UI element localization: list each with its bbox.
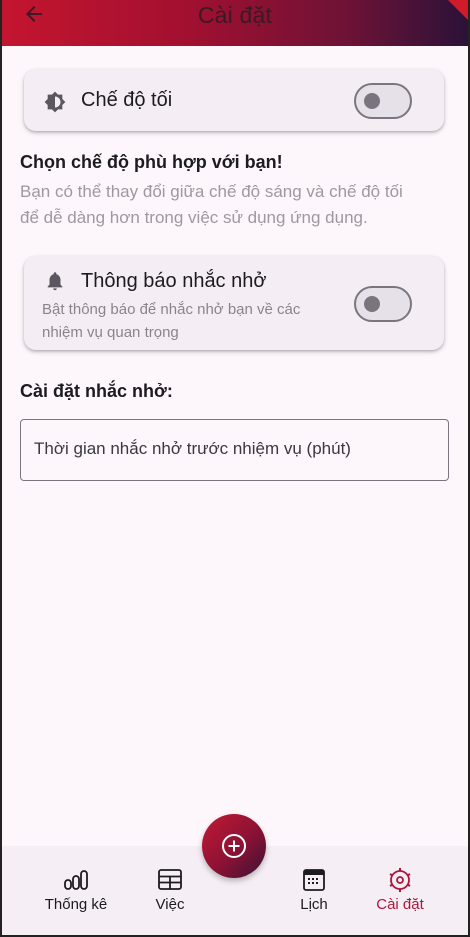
settings-icon [389, 868, 411, 892]
mode-section-heading: Chọn chế độ phù hợp với bạn! [20, 152, 283, 172]
add-task-fab[interactable] [202, 814, 266, 878]
debug-banner-corner [448, 0, 470, 22]
mode-description-line1: Bạn có thể thay đổi giữa chế độ sáng và … [20, 182, 403, 201]
mode-description-line2: để dễ dàng hơn trong việc sử dụng ứng dụ… [20, 208, 368, 227]
calendar-icon [303, 869, 325, 891]
page-title: Cài đặt [197, 2, 273, 28]
nav-item-settings[interactable]: Cài đặt [355, 846, 445, 937]
toggle-knob [364, 296, 380, 312]
dark-mode-toggle[interactable] [354, 83, 412, 119]
nav-item-tasks[interactable]: Việc [125, 846, 215, 937]
bell-icon [47, 272, 63, 291]
app-bar: Cài đặt [0, 0, 470, 46]
notification-card: Thông báo nhắc nhở Bật thông báo để nhắc… [24, 256, 444, 350]
nav-label-tasks: Việc [155, 896, 185, 913]
reminder-minutes-input[interactable]: Thời gian nhắc nhở trước nhiệm vụ (phút) [20, 419, 449, 481]
notification-subtitle-line1: Bật thông báo để nhắc nhở bạn về các [42, 301, 301, 318]
nav-label-statistics: Thống kê [44, 896, 108, 913]
notification-toggle[interactable] [354, 286, 412, 322]
brightness-icon [44, 91, 66, 113]
reminder-settings-heading: Cài đặt nhắc nhở: [20, 381, 173, 401]
dark-mode-card: Chế độ tối [24, 69, 444, 131]
reminder-minutes-placeholder: Thời gian nhắc nhở trước nhiệm vụ (phút) [34, 439, 351, 458]
nav-label-settings: Cài đặt [376, 896, 424, 913]
table-icon [158, 869, 182, 890]
toggle-knob [364, 93, 380, 109]
dark-mode-label: Chế độ tối [81, 89, 173, 111]
bar-chart-icon [64, 870, 88, 890]
nav-label-calendar: Lịch [300, 896, 328, 913]
nav-item-calendar[interactable]: Lịch [269, 846, 359, 937]
nav-item-statistics[interactable]: Thống kê [31, 846, 121, 937]
notification-subtitle: Bật thông báo để nhắc nhở bạn về các nhi… [42, 298, 342, 344]
notification-label: Thông báo nhắc nhở [81, 270, 267, 292]
add-circle-icon [222, 834, 246, 858]
notification-subtitle-line2: nhiệm vụ quan trọng [42, 324, 179, 341]
